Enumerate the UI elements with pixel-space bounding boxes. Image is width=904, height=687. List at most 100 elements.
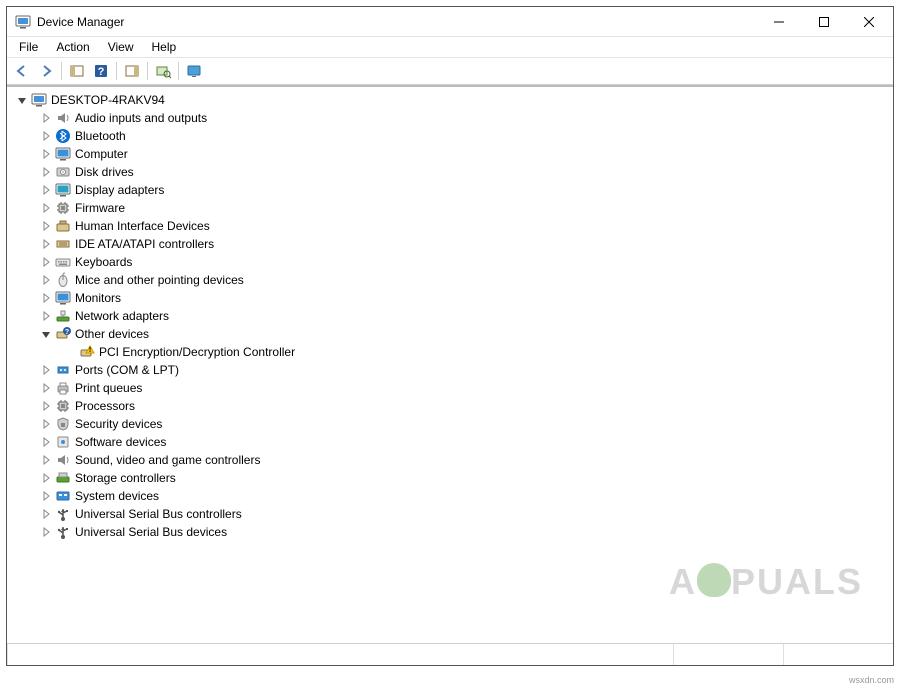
menu-action[interactable]: Action: [48, 38, 97, 56]
tree-item-label: Disk drives: [75, 165, 134, 179]
maximize-button[interactable]: [801, 8, 846, 36]
expand-icon[interactable]: [39, 273, 53, 287]
back-button[interactable]: [11, 60, 33, 82]
tree-item-label: Universal Serial Bus devices: [75, 525, 227, 539]
port-icon: [55, 362, 71, 378]
tree-item-label: Keyboards: [75, 255, 132, 269]
menu-view[interactable]: View: [100, 38, 142, 56]
tree-item-other-devices[interactable]: ?Other devices: [11, 325, 893, 343]
tree-item-label: Security devices: [75, 417, 162, 431]
menu-file[interactable]: File: [11, 38, 46, 56]
help-button[interactable]: ?: [90, 60, 112, 82]
tree-item-computer[interactable]: Computer: [11, 145, 893, 163]
app-icon: [15, 14, 31, 30]
show-hide-console-tree-button[interactable]: [66, 60, 88, 82]
collapse-icon[interactable]: [39, 327, 53, 341]
scan-hardware-button[interactable]: [152, 60, 174, 82]
tree-item-pci-encryption-decryption-controller[interactable]: !PCI Encryption/Decryption Controller: [11, 343, 893, 361]
expand-icon[interactable]: [39, 237, 53, 251]
tree-item-disk-drives[interactable]: Disk drives: [11, 163, 893, 181]
tree-item-processors[interactable]: Processors: [11, 397, 893, 415]
network-icon: [55, 308, 71, 324]
menu-help[interactable]: Help: [144, 38, 185, 56]
device-tree[interactable]: DESKTOP-4RAKV94 Audio inputs and outputs B…: [7, 85, 893, 643]
tree-item-network-adapters[interactable]: Network adapters: [11, 307, 893, 325]
tree-item-label: Sound, video and game controllers: [75, 453, 260, 467]
disk-icon: [55, 164, 71, 180]
tree-item-keyboards[interactable]: Keyboards: [11, 253, 893, 271]
expand-icon[interactable]: [39, 363, 53, 377]
tree-item-label: Storage controllers: [75, 471, 176, 485]
tree-item-ports-com-lpt[interactable]: Ports (COM & LPT): [11, 361, 893, 379]
action-pane-button[interactable]: [121, 60, 143, 82]
tree-item-label: DESKTOP-4RAKV94: [51, 93, 165, 107]
expand-icon[interactable]: [39, 309, 53, 323]
warning-icon: !: [79, 344, 95, 360]
expand-icon[interactable]: [39, 201, 53, 215]
monitor-icon: [55, 146, 71, 162]
tree-item-desktop-4rakv94[interactable]: DESKTOP-4RAKV94: [11, 91, 893, 109]
printer-icon: [55, 380, 71, 396]
tree-item-label: Audio inputs and outputs: [75, 111, 207, 125]
toolbar-separator: [178, 62, 179, 80]
svg-text:?: ?: [98, 66, 105, 78]
tree-item-label: Ports (COM & LPT): [75, 363, 179, 377]
expand-icon[interactable]: [39, 147, 53, 161]
tree-item-print-queues[interactable]: Print queues: [11, 379, 893, 397]
tree-item-label: Universal Serial Bus controllers: [75, 507, 242, 521]
svg-text:!: !: [89, 347, 91, 354]
tree-item-sound-video-and-game-controllers[interactable]: Sound, video and game controllers: [11, 451, 893, 469]
expand-icon[interactable]: [39, 399, 53, 413]
expand-icon[interactable]: [39, 165, 53, 179]
expand-icon[interactable]: [39, 129, 53, 143]
expand-icon[interactable]: [39, 255, 53, 269]
tree-item-ide-ata-atapi-controllers[interactable]: IDE ATA/ATAPI controllers: [11, 235, 893, 253]
tree-item-universal-serial-bus-controllers[interactable]: Universal Serial Bus controllers: [11, 505, 893, 523]
tree-item-monitors[interactable]: Monitors: [11, 289, 893, 307]
tree-item-mice-and-other-pointing-devices[interactable]: Mice and other pointing devices: [11, 271, 893, 289]
expand-icon[interactable]: [39, 489, 53, 503]
storage-icon: [55, 470, 71, 486]
tree-item-storage-controllers[interactable]: Storage controllers: [11, 469, 893, 487]
expand-icon[interactable]: [39, 435, 53, 449]
tree-item-firmware[interactable]: Firmware: [11, 199, 893, 217]
expand-icon[interactable]: [39, 507, 53, 521]
watermark: APUALS: [669, 561, 863, 603]
usb-icon: [55, 506, 71, 522]
mouse-icon: [55, 272, 71, 288]
expand-icon[interactable]: [39, 291, 53, 305]
expand-icon[interactable]: [39, 525, 53, 539]
tree-item-label: Bluetooth: [75, 129, 126, 143]
tree-item-system-devices[interactable]: System devices: [11, 487, 893, 505]
tree-item-label: Processors: [75, 399, 135, 413]
speaker-icon: [55, 110, 71, 126]
close-button[interactable]: [846, 8, 891, 36]
expand-icon[interactable]: [39, 417, 53, 431]
tree-item-label: Display adapters: [75, 183, 164, 197]
status-cell: [673, 644, 783, 665]
toolbar-separator: [116, 62, 117, 80]
monitor-button[interactable]: [183, 60, 205, 82]
expand-icon[interactable]: [39, 453, 53, 467]
device-manager-window: Device Manager File Action View Help ?: [6, 6, 894, 666]
toolbar-separator: [147, 62, 148, 80]
tree-item-label: System devices: [75, 489, 159, 503]
forward-button[interactable]: [35, 60, 57, 82]
tree-item-software-devices[interactable]: Software devices: [11, 433, 893, 451]
tree-item-security-devices[interactable]: Security devices: [11, 415, 893, 433]
site-credit: wsxdn.com: [849, 675, 894, 685]
collapse-icon[interactable]: [15, 93, 29, 107]
tree-item-bluetooth[interactable]: Bluetooth: [11, 127, 893, 145]
minimize-button[interactable]: [756, 8, 801, 36]
tree-item-universal-serial-bus-devices[interactable]: Universal Serial Bus devices: [11, 523, 893, 541]
expand-icon[interactable]: [39, 381, 53, 395]
tree-item-human-interface-devices[interactable]: Human Interface Devices: [11, 217, 893, 235]
system-icon: [55, 488, 71, 504]
expand-icon[interactable]: [39, 183, 53, 197]
tree-item-audio-inputs-and-outputs[interactable]: Audio inputs and outputs: [11, 109, 893, 127]
expand-icon[interactable]: [39, 471, 53, 485]
toolbar: ?: [7, 57, 893, 85]
expand-icon[interactable]: [39, 111, 53, 125]
tree-item-display-adapters[interactable]: Display adapters: [11, 181, 893, 199]
expand-icon[interactable]: [39, 219, 53, 233]
